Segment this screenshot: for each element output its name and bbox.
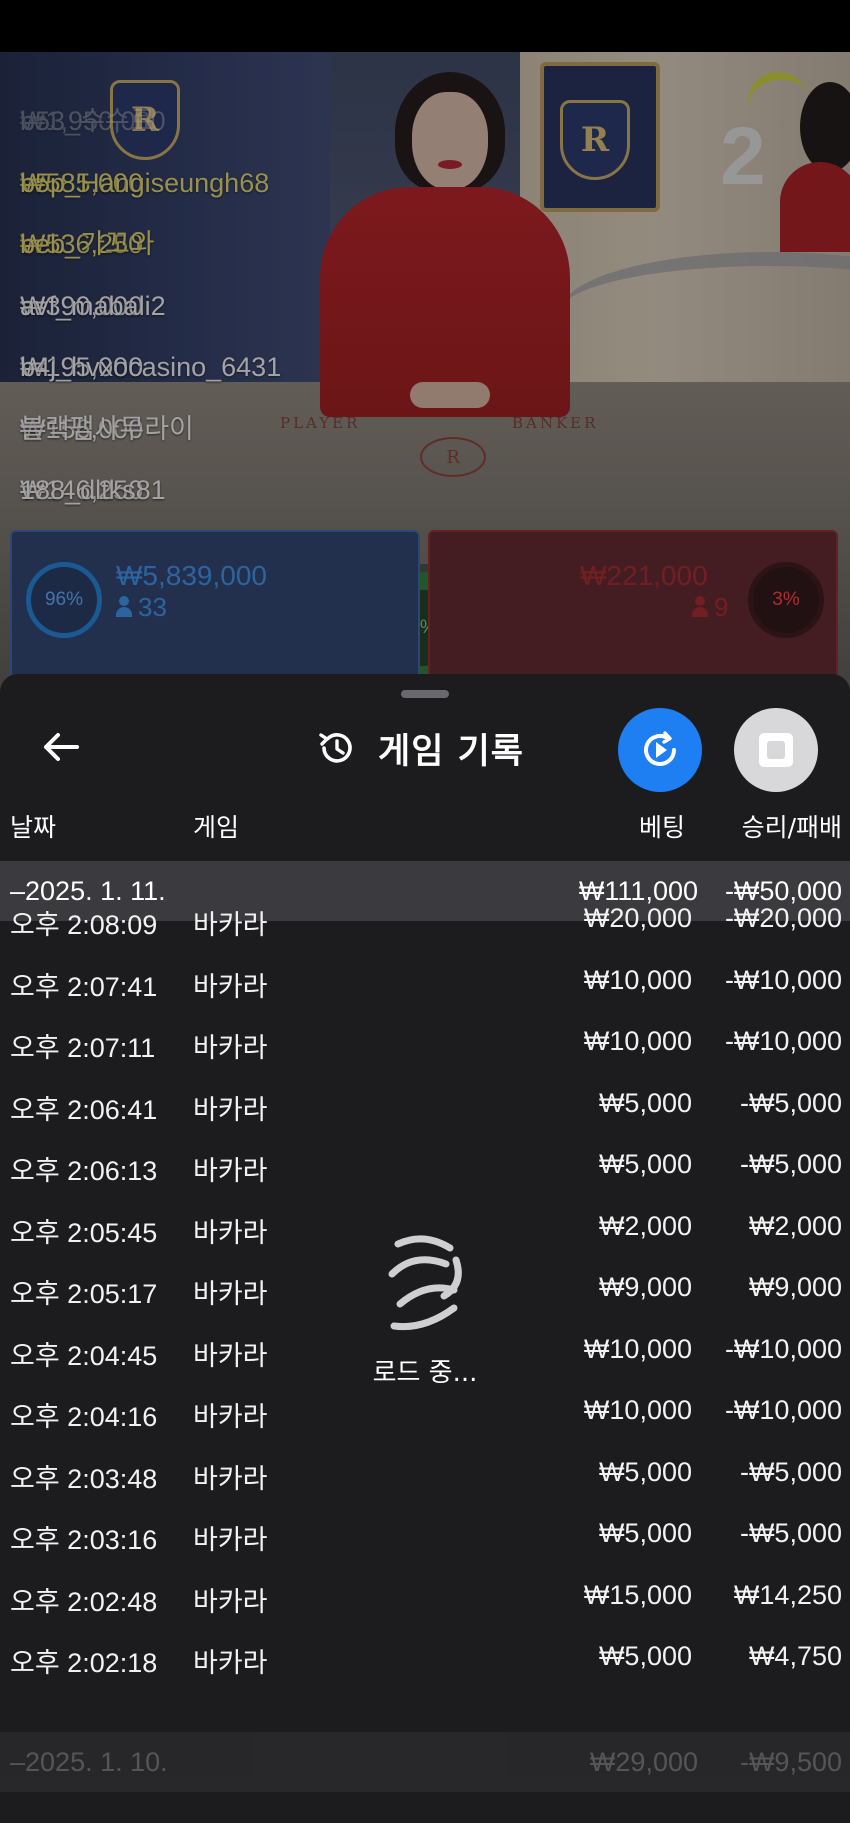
history-icon: [319, 733, 352, 763]
loading-spinner-icon: [388, 1235, 462, 1331]
column-header-bet[interactable]: 베팅: [639, 808, 685, 844]
row-bet: ₩15,000: [583, 1579, 692, 1610]
row-time: 오후 2:07:41: [10, 971, 158, 1002]
row-bet: ₩5,000: [598, 1518, 692, 1548]
row-game: 바카라: [193, 1094, 268, 1125]
replay-icon: [644, 731, 676, 766]
stream-dim-overlay: [0, 52, 850, 692]
column-header-date[interactable]: 날짜: [10, 808, 56, 844]
sheet-title: 게임 기록: [378, 731, 524, 772]
row-time: 오후 2:03:48: [10, 1463, 158, 1494]
row-win-loss: ₩14,250: [733, 1579, 842, 1610]
row-time: 오후 2:02:48: [10, 1586, 158, 1617]
row-win-loss: -₩10,000: [724, 1026, 842, 1056]
row-win-loss: -₩10,000: [724, 1333, 842, 1364]
row-game: 바카라: [193, 1033, 268, 1063]
row-game: 바카라: [193, 1279, 268, 1309]
day-group-date: –2025. 1. 10.: [10, 1747, 168, 1777]
day-group-win-loss: -₩9,500: [739, 1747, 842, 1777]
arrow-left-icon: [44, 733, 79, 761]
row-time: 오후 2:06:41: [10, 1094, 158, 1125]
row-win-loss: ₩4,750: [748, 1641, 842, 1671]
row-game: 바카라: [193, 910, 268, 940]
replay-button[interactable]: [618, 708, 702, 792]
history-row[interactable]: 오후 2:07:11 바카라 ₩10,000 -₩10,000: [0, 1012, 850, 1074]
loading-text: 로드 중...: [372, 1358, 478, 1388]
row-time: 오후 2:05:17: [10, 1279, 158, 1309]
row-time: 오후 2:05:45: [10, 1217, 158, 1248]
column-header-game[interactable]: 게임: [193, 808, 239, 844]
row-bet: ₩5,000: [598, 1641, 692, 1671]
game-history-sheet: 게임 기록 날짜 게임 베팅 승리/패배 –2025. 1. 11. ₩111,…: [0, 674, 850, 1823]
row-bet: ₩5,000: [598, 1087, 692, 1118]
row-bet: ₩5,000: [598, 1456, 692, 1487]
row-win-loss: -₩5,000: [739, 1456, 842, 1487]
row-bet: ₩2,000: [598, 1210, 692, 1241]
stop-icon: [759, 733, 793, 767]
day-group-bet-total: ₩29,000: [589, 1747, 698, 1777]
row-bet: ₩10,000: [583, 1395, 692, 1425]
history-row[interactable]: 오후 2:08:09 바카라 ₩20,000 -₩20,000: [0, 889, 850, 951]
row-time: 오후 2:02:18: [10, 1648, 158, 1678]
row-bet: ₩5,000: [598, 1149, 692, 1179]
row-win-loss: -₩10,000: [724, 964, 842, 995]
row-time: 오후 2:08:09: [10, 910, 158, 940]
history-row[interactable]: 오후 2:06:41 바카라 ₩5,000 -₩5,000: [0, 1074, 850, 1136]
sheet-drag-handle[interactable]: [401, 690, 449, 698]
row-time: 오후 2:06:13: [10, 1156, 158, 1186]
row-time: 오후 2:04:45: [10, 1340, 158, 1371]
back-button[interactable]: [36, 722, 86, 772]
row-win-loss: ₩9,000: [748, 1272, 842, 1302]
history-row[interactable]: 오후 2:02:18 바카라 ₩5,000 ₩4,750: [0, 1627, 850, 1689]
status-bar: [0, 0, 850, 52]
row-win-loss: -₩20,000: [724, 903, 842, 933]
column-header-win-loss[interactable]: 승리/패배: [742, 808, 842, 844]
row-game: 바카라: [193, 971, 268, 1002]
history-row[interactable]: 오후 2:03:16 바카라 ₩5,000 -₩5,000: [0, 1504, 850, 1566]
row-game: 바카라: [193, 1156, 268, 1186]
row-win-loss: -₩5,000: [739, 1087, 842, 1118]
row-game: 바카라: [193, 1586, 268, 1617]
row-win-loss: -₩5,000: [739, 1149, 842, 1179]
history-row[interactable]: 오후 2:02:48 바카라 ₩15,000 ₩14,250: [0, 1566, 850, 1628]
row-bet: ₩10,000: [583, 964, 692, 995]
row-game: 바카라: [193, 1463, 268, 1494]
history-row[interactable]: 오후 2:06:13 바카라 ₩5,000 -₩5,000: [0, 1135, 850, 1197]
row-time: 오후 2:03:16: [10, 1525, 158, 1555]
row-bet: ₩10,000: [583, 1333, 692, 1364]
row-game: 바카라: [193, 1402, 268, 1432]
row-bet: ₩9,000: [598, 1272, 692, 1302]
row-bet: ₩10,000: [583, 1026, 692, 1056]
row-win-loss: ₩2,000: [748, 1210, 842, 1241]
row-bet: ₩20,000: [583, 903, 692, 933]
row-time: 오후 2:07:11: [10, 1033, 156, 1063]
day-group-header[interactable]: –2025. 1. 10. ₩29,000 -₩9,500: [0, 1732, 850, 1792]
loading-indicator: 로드 중...: [358, 1234, 492, 1404]
row-game: 바카라: [193, 1525, 268, 1555]
stop-button[interactable]: [734, 708, 818, 792]
row-win-loss: -₩10,000: [724, 1395, 842, 1425]
row-game: 바카라: [193, 1648, 268, 1678]
row-time: 오후 2:04:16: [10, 1402, 158, 1432]
row-win-loss: -₩5,000: [739, 1518, 842, 1548]
row-game: 바카라: [193, 1217, 268, 1248]
history-row[interactable]: 오후 2:03:48 바카라 ₩5,000 -₩5,000: [0, 1443, 850, 1505]
history-row[interactable]: 오후 2:07:41 바카라 ₩10,000 -₩10,000: [0, 951, 850, 1013]
sheet-header: 게임 기록: [316, 718, 524, 778]
row-game: 바카라: [193, 1340, 268, 1371]
